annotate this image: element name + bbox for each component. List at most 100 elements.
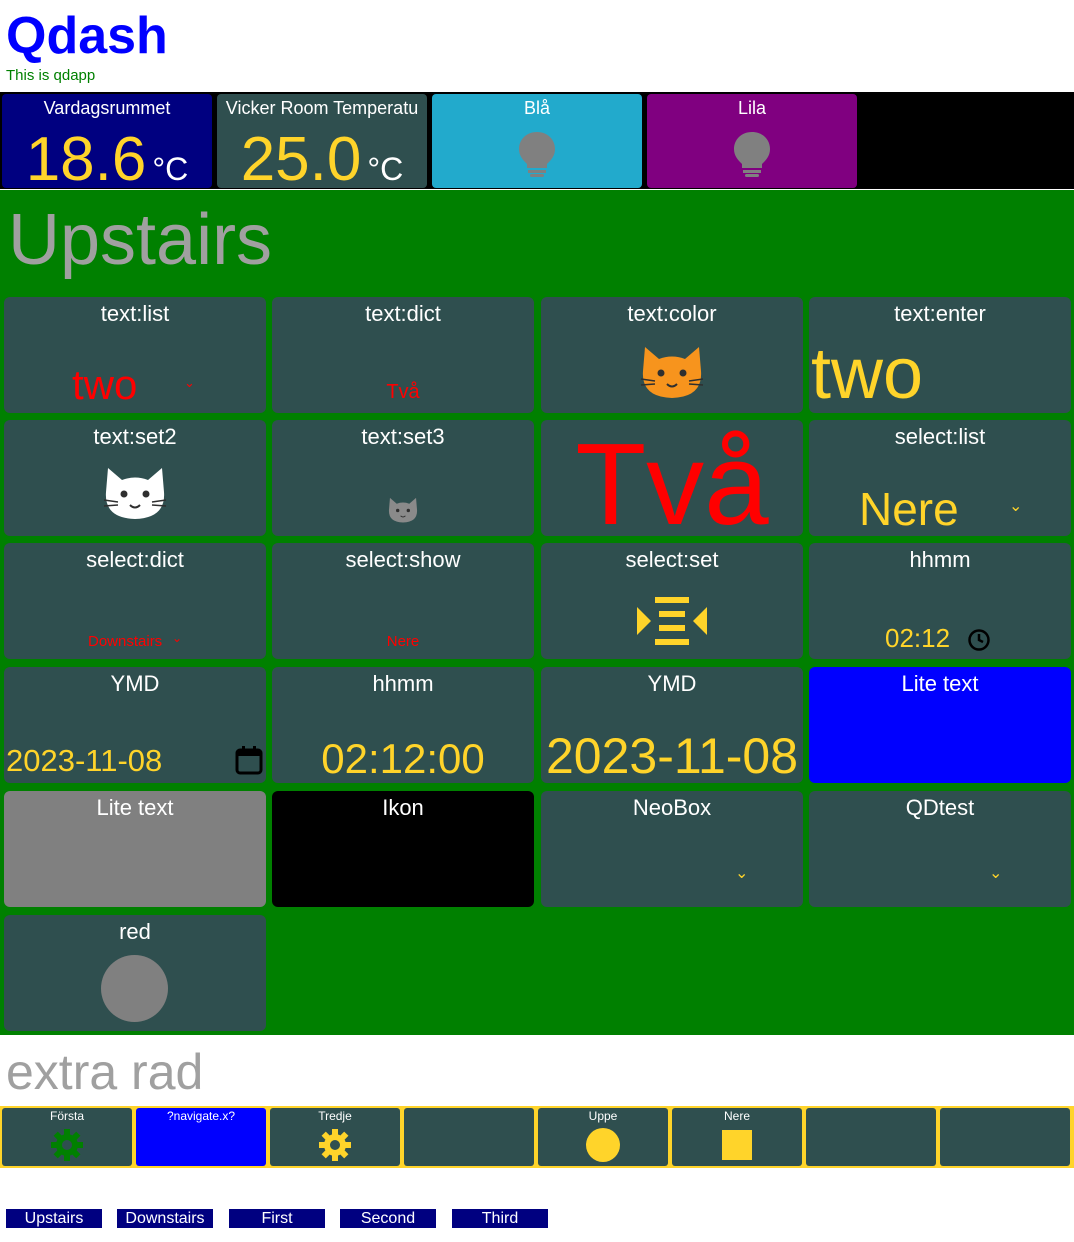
tile-title: Blå xyxy=(523,98,550,118)
app-subtitle: This is qdapp xyxy=(6,67,96,84)
select-list-value: Nere xyxy=(859,483,959,535)
button-label: ?navigate.x? xyxy=(166,1109,236,1123)
text-color-tile[interactable]: text:color xyxy=(541,297,803,413)
button-navigate[interactable]: ?navigate.x? xyxy=(136,1108,266,1166)
nav-link-third[interactable]: Third xyxy=(452,1209,548,1228)
big-text-value: Två xyxy=(575,420,769,536)
date-value: 2023-11-08 xyxy=(6,743,163,778)
temperature-unit: °C xyxy=(152,151,189,187)
button-label: Nere xyxy=(723,1109,750,1123)
text-enter-value: two xyxy=(811,334,924,413)
button-empty-4[interactable] xyxy=(404,1108,534,1166)
tile-title: text:dict xyxy=(365,301,441,326)
text-set3-tile[interactable]: text:set3 xyxy=(272,420,534,536)
tile-title: YMD xyxy=(647,671,697,696)
tile-title: Lite text xyxy=(96,795,174,820)
date-value: 2023-11-08 xyxy=(545,728,799,783)
hhmm-seconds-tile[interactable]: hhmm 02:12:00 xyxy=(272,667,534,783)
tile-title: Vardagsrummet xyxy=(43,98,171,118)
calendar-icon[interactable] xyxy=(234,745,264,775)
text-dict-value: Två xyxy=(386,381,420,403)
select-set-tile[interactable]: select:set xyxy=(541,543,803,659)
tile-title: QDtest xyxy=(905,795,975,820)
text-list-value: two xyxy=(72,361,138,408)
upstairs-section: Upstairs text:list two ⌄ text:dict Två t… xyxy=(0,190,1074,1035)
cat-face-icon xyxy=(640,347,704,398)
chevron-down-icon: ⌄ xyxy=(1009,498,1023,515)
tile-title: text:list xyxy=(100,301,170,326)
chevron-down-icon: ⌄ xyxy=(172,631,183,645)
tile-title: YMD xyxy=(110,671,160,696)
ymd-large-tile[interactable]: YMD 2023-11-08 xyxy=(541,667,803,783)
chevron-down-icon[interactable]: ⌄ xyxy=(735,863,748,883)
tile-title: red xyxy=(119,919,151,944)
text-list-tile[interactable]: text:list two ⌄ xyxy=(4,297,266,413)
hhmm-tile[interactable]: hhmm 02:12 xyxy=(809,543,1071,659)
qdtest-tile[interactable]: QDtest ⌄ xyxy=(809,791,1071,907)
ikon-tile[interactable]: Ikon xyxy=(272,791,534,907)
temperature-tile-vardagsrummet[interactable]: Vardagsrummet 18.6 °C xyxy=(2,94,212,188)
chevron-down-icon: ⌄ xyxy=(184,375,195,390)
button-uppe[interactable]: Uppe xyxy=(538,1108,668,1166)
select-show-value: Nere xyxy=(386,633,420,650)
select-list-tile[interactable]: select:list Nere ⌄ xyxy=(809,420,1071,536)
tile-title: hhmm xyxy=(372,671,434,696)
cat-face-icon xyxy=(388,497,418,523)
select-dict-value: Downstairs xyxy=(88,633,163,650)
lite-text-gray-tile[interactable]: Lite text xyxy=(4,791,266,907)
nav-link-downstairs[interactable]: Downstairs xyxy=(117,1209,213,1228)
neobox-tile[interactable]: NeoBox ⌄ xyxy=(541,791,803,907)
button-forsta[interactable]: Första xyxy=(2,1108,132,1166)
tile-title: select:show xyxy=(345,547,461,572)
tile-title: text:enter xyxy=(894,301,986,326)
extra-button-row: Första ?navigate.x? Tredje Uppe Nere xyxy=(0,1106,1074,1168)
text-enter-tile[interactable]: text:enter two xyxy=(809,297,1071,413)
cat-face-icon xyxy=(103,468,167,519)
button-nere[interactable]: Nere xyxy=(672,1108,802,1166)
text-set2-tile[interactable]: text:set2 xyxy=(4,420,266,536)
button-empty-8[interactable] xyxy=(940,1108,1070,1166)
lightbulb-icon xyxy=(519,132,555,177)
light-tile-lila[interactable]: Lila xyxy=(647,94,857,188)
tile-title: Lite text xyxy=(901,671,979,696)
gear-icon xyxy=(319,1129,351,1161)
temperature-tile-vicker-room[interactable]: Vicker Room Temperatu 25.0 °C xyxy=(217,94,427,188)
tile-title: select:list xyxy=(894,424,986,449)
align-center-icon xyxy=(637,597,707,645)
select-dict-tile[interactable]: select:dict Downstairs ⌄ xyxy=(4,543,266,659)
clock-icon[interactable] xyxy=(967,628,991,652)
circle-icon xyxy=(586,1128,620,1162)
red-tile[interactable]: red xyxy=(4,915,266,1031)
nav-link-second[interactable]: Second xyxy=(340,1209,436,1228)
nav-link-first[interactable]: First xyxy=(229,1209,325,1228)
text-dict-tile[interactable]: text:dict Två xyxy=(272,297,534,413)
temperature-unit: °C xyxy=(367,151,404,187)
temperature-value: 18.6 xyxy=(25,125,147,188)
tile-title: text:color xyxy=(627,301,717,326)
button-tredje[interactable]: Tredje xyxy=(270,1108,400,1166)
big-text-tile[interactable]: Två xyxy=(541,420,803,536)
section-title: extra rad xyxy=(6,1044,204,1100)
ymd-tile[interactable]: YMD 2023-11-08 xyxy=(4,667,266,783)
time-value: 02:12:00 xyxy=(321,735,485,782)
gear-icon xyxy=(51,1129,83,1161)
chevron-down-icon[interactable]: ⌄ xyxy=(989,863,1002,883)
tile-title: text:set3 xyxy=(361,424,445,449)
temperature-value: 25.0 xyxy=(240,125,362,188)
tile-title: select:dict xyxy=(86,547,184,572)
tile-title: text:set2 xyxy=(93,424,177,449)
button-label: Uppe xyxy=(588,1109,618,1123)
time-value: 02:12 xyxy=(885,623,951,653)
tile-title: Lila xyxy=(737,98,767,118)
lite-text-blue-tile[interactable]: Lite text xyxy=(809,667,1071,783)
section-title: Upstairs xyxy=(8,200,273,280)
square-icon xyxy=(722,1130,752,1160)
tile-title: Vicker Room Temperatu xyxy=(225,98,419,118)
select-show-tile[interactable]: select:show Nere xyxy=(272,543,534,659)
tile-title: select:set xyxy=(625,547,719,572)
light-tile-bla[interactable]: Blå xyxy=(432,94,642,188)
tile-title: NeoBox xyxy=(632,795,712,820)
button-empty-7[interactable] xyxy=(806,1108,936,1166)
nav-link-upstairs[interactable]: Upstairs xyxy=(6,1209,102,1228)
button-label: Tredje xyxy=(318,1109,352,1123)
